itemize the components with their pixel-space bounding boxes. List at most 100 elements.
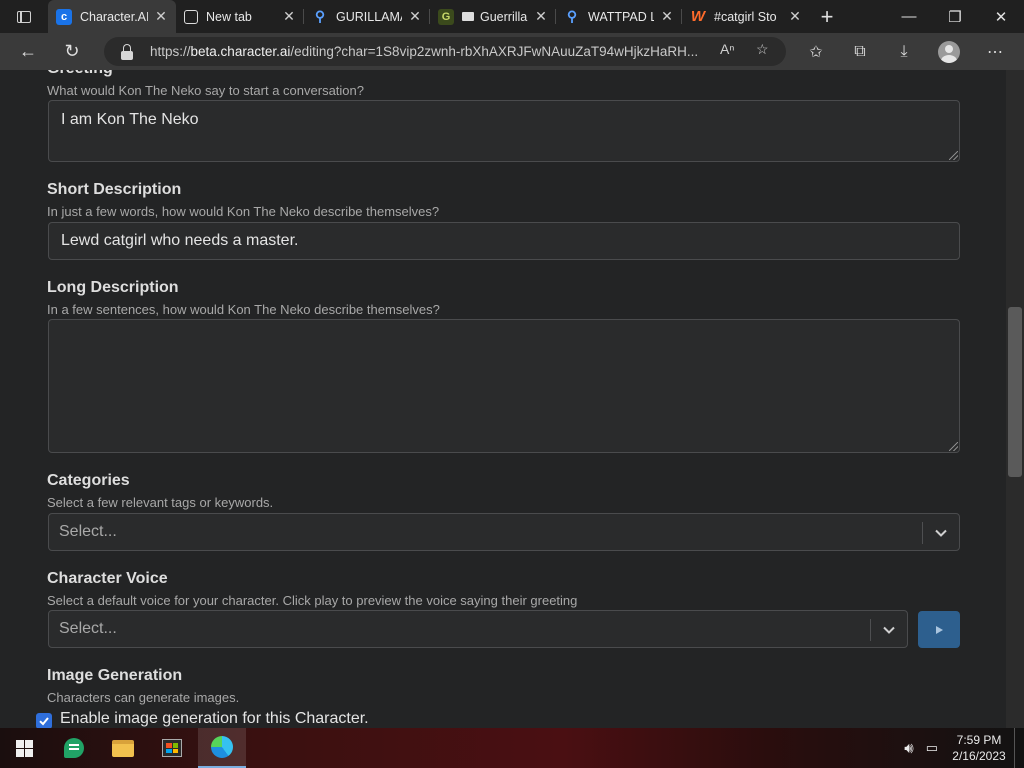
collections-icon[interactable]: ⧉ xyxy=(842,33,878,70)
close-tab-icon[interactable]: ✕ xyxy=(788,8,802,25)
tab-new-tab[interactable]: New tab ✕ xyxy=(176,0,304,33)
character-editor-page: Greeting What would Kon The Neko say to … xyxy=(0,70,1006,728)
tab-character-ai[interactable]: c Character.AI ✕ xyxy=(48,0,176,33)
greeting-hint: What would Kon The Neko say to start a c… xyxy=(47,83,364,98)
close-tab-icon[interactable]: ✕ xyxy=(660,8,674,25)
tab-gurillama[interactable]: ⚲ GURILLAMA ✕ xyxy=(304,0,430,33)
long-description-textarea[interactable] xyxy=(48,319,960,453)
close-tab-icon[interactable]: ✕ xyxy=(408,8,422,25)
taskbar-app-sheets[interactable] xyxy=(50,728,98,768)
tab-catgirl-stories[interactable]: W #catgirl Sto ✕ xyxy=(682,0,810,33)
taskbar-file-explorer[interactable] xyxy=(99,728,147,768)
long-description-label: Long Description xyxy=(47,279,179,296)
downloads-icon[interactable]: ⤓ xyxy=(886,33,922,70)
scrollbar-thumb[interactable] xyxy=(1008,307,1022,477)
search-icon: ⚲ xyxy=(314,8,326,24)
chevron-down-icon[interactable] xyxy=(878,619,900,641)
lock-icon xyxy=(121,44,133,60)
clock-time: 7:59 PM xyxy=(956,733,1002,747)
search-icon: ⚲ xyxy=(566,8,578,24)
greeting-textarea[interactable]: I am Kon The Neko xyxy=(48,100,960,162)
image-generation-checkbox-label[interactable]: Enable image generation for this Charact… xyxy=(60,710,369,728)
window-controls: — ❐ ✕ xyxy=(886,0,1024,33)
show-desktop-button[interactable] xyxy=(1014,728,1024,768)
categories-placeholder: Select... xyxy=(59,523,117,540)
url-prefix: https:// xyxy=(150,44,191,59)
refresh-icon: ↻ xyxy=(64,41,80,61)
character-voice-label: Character Voice xyxy=(47,570,168,587)
volume-icon[interactable]: 🔊︎ xyxy=(904,740,913,757)
plus-icon: + xyxy=(820,3,834,29)
tab-actions-icon xyxy=(17,10,31,23)
minimize-button[interactable]: — xyxy=(886,0,932,33)
tab-actions-button[interactable] xyxy=(0,0,48,33)
image-generation-checkbox[interactable] xyxy=(36,713,52,728)
start-button[interactable] xyxy=(0,728,48,768)
tab-title: Guerrilla xyxy=(480,9,528,24)
clock[interactable]: 7:59 PM 2/16/2023 xyxy=(944,732,1014,764)
resize-handle-icon[interactable] xyxy=(949,442,958,451)
tab-title: WATTPAD L xyxy=(588,9,654,24)
categories-select[interactable]: Select... xyxy=(48,513,960,551)
tab-guerrilla[interactable]: G Guerrilla ✕ xyxy=(430,0,556,33)
new-tab-button[interactable]: + xyxy=(810,0,844,33)
read-aloud-icon[interactable]: A͏ⁿ xyxy=(720,41,734,57)
close-tab-icon[interactable]: ✕ xyxy=(154,8,168,25)
wattpad-icon: W xyxy=(690,8,706,25)
guerrilla-icon: G xyxy=(438,8,454,25)
profile-button[interactable] xyxy=(931,33,967,70)
edge-browser-icon xyxy=(211,736,233,758)
tab-bar: c Character.AI ✕ New tab ✕ ⚲ GURILLAMA ✕… xyxy=(0,0,1024,33)
categories-hint: Select a few relevant tags or keywords. xyxy=(47,495,274,510)
greeting-value: I am Kon The Neko xyxy=(61,111,199,128)
short-description-hint: In just a few words, how would Kon The N… xyxy=(47,204,440,219)
add-favorite-icon[interactable]: ☆ xyxy=(756,41,769,58)
restore-button[interactable]: ❐ xyxy=(932,0,978,33)
character-voice-select[interactable]: Select... xyxy=(48,610,908,648)
folder-icon xyxy=(112,739,134,757)
mail-icon xyxy=(462,12,474,21)
resize-handle-icon[interactable] xyxy=(949,151,958,160)
character-voice-placeholder: Select... xyxy=(59,620,117,637)
taskbar-edge[interactable] xyxy=(198,728,246,768)
character-ai-icon: c xyxy=(56,8,72,25)
short-description-value: Lewd catgirl who needs a master. xyxy=(61,232,299,249)
checkmark-icon xyxy=(39,717,49,726)
close-tab-icon[interactable]: ✕ xyxy=(282,8,296,25)
categories-label: Categories xyxy=(47,472,130,489)
tab-title: Character.AI xyxy=(80,9,148,24)
network-icon[interactable]: ▭ xyxy=(926,740,938,756)
close-icon: ✕ xyxy=(994,8,1008,26)
clock-date: 2/16/2023 xyxy=(952,749,1006,763)
windows-taskbar: 🔊︎ ▭ 7:59 PM 2/16/2023 xyxy=(0,728,1024,768)
taskbar-store[interactable] xyxy=(148,728,196,768)
sheets-app-icon xyxy=(64,738,84,758)
tab-wattpad-search[interactable]: ⚲ WATTPAD L ✕ xyxy=(556,0,682,33)
chevron-down-icon[interactable] xyxy=(930,522,952,544)
tab-title: #catgirl Sto xyxy=(714,9,777,24)
url-text[interactable]: https://beta.character.ai/editing?char=1… xyxy=(150,44,710,59)
settings-menu-icon[interactable]: ⋯ xyxy=(977,33,1013,70)
newtab-icon xyxy=(184,9,198,24)
url-field[interactable]: https://beta.character.ai/editing?char=1… xyxy=(104,37,786,66)
close-window-button[interactable]: ✕ xyxy=(978,0,1024,33)
back-button[interactable]: ← xyxy=(9,35,47,69)
avatar xyxy=(938,40,960,63)
url-path: /editing?char=1S8vip2zwnh-rbXhAXRJFwNAuu… xyxy=(290,44,699,59)
store-icon xyxy=(162,739,182,757)
favorites-icon[interactable]: ✩ xyxy=(798,33,834,70)
tab-title: GURILLAMA xyxy=(336,9,402,24)
minimize-icon: — xyxy=(901,8,917,25)
play-voice-button[interactable] xyxy=(918,611,960,648)
close-tab-icon[interactable]: ✕ xyxy=(534,8,548,25)
long-description-hint: In a few sentences, how would Kon The Ne… xyxy=(47,302,440,317)
short-description-label: Short Description xyxy=(47,181,182,198)
refresh-button[interactable]: ↻ xyxy=(53,35,91,69)
short-description-input[interactable]: Lewd catgirl who needs a master. xyxy=(48,222,960,260)
url-host: beta.character.ai xyxy=(190,44,291,59)
tab-title: New tab xyxy=(206,9,252,24)
restore-icon: ❐ xyxy=(948,8,962,26)
character-voice-hint: Select a default voice for your characte… xyxy=(47,593,578,608)
page-scrollbar[interactable] xyxy=(1006,70,1024,728)
windows-logo-icon xyxy=(15,739,33,757)
